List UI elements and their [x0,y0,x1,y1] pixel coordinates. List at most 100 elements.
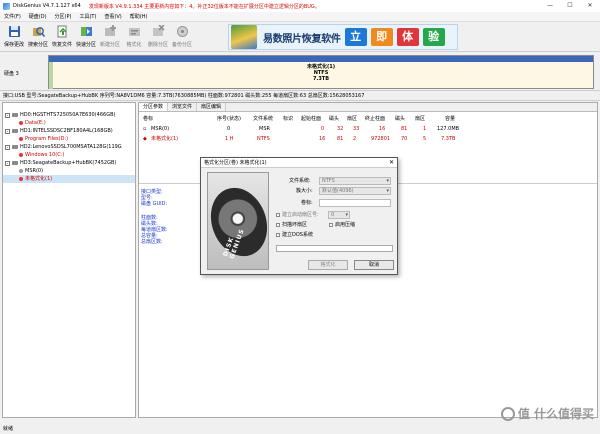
file-system-value: NTFS [322,178,335,184]
table-row[interactable]: ▫ MSR(0) 0 MSR 0 32 33 16 81 1 127.0MB [139,125,597,134]
collapse-icon[interactable]: - [5,128,10,134]
boot-sector-select[interactable]: 0 [328,211,350,219]
menu-view[interactable]: 查看(V) [100,13,125,20]
tab-browse-files[interactable]: 浏览文件 [168,103,198,111]
cell-end-cyl: 16 [379,126,386,132]
msr-icon: ▫ [143,126,147,132]
fs-label: 文件系统: [289,178,311,184]
dialog-close-icon[interactable]: ✕ [389,158,394,168]
file-system-select[interactable]: NTFS [319,177,391,185]
collapse-icon[interactable]: - [5,144,10,150]
disk-label: 硬盘 3 [4,71,19,77]
cell-capacity: 7.3TB [441,136,456,142]
cluster-size-value: 默认值(4096) [322,188,354,194]
cell-start-cyl: 16 [319,136,326,142]
tree-disk-hd0[interactable]: - HD0:HGSTHTS725050A7E630(466GB) [3,111,135,119]
minimize-icon[interactable]: — [540,0,560,12]
tree-disk-label: HD1:INTELSSDSC2BF180A4L(168GB) [20,128,113,134]
delete-partition-button[interactable]: 删除分区 [146,22,170,52]
tree-disk-label: HD2:LenovoSSDSL700MSATA128G(119G [20,144,122,150]
create-dos-option[interactable]: 建立DOS系统 [276,231,313,239]
format-icon [127,24,141,38]
create-dos-checkbox[interactable] [276,232,280,237]
boot-sector-option[interactable]: 建立启动扇区号: [276,211,319,219]
tree-disk-hd1[interactable]: - HD1:INTELSSDSC2BF180A4L(168GB) [3,127,135,135]
cluster-size-label: 簇大小: [296,188,313,194]
menu-tools[interactable]: 工具(T) [75,13,100,20]
save-changes-button[interactable]: 保存更改 [2,22,26,52]
info-label: 磁盘 GUID: [141,201,168,207]
watermark: 值 什么值得买 [500,405,594,422]
partition-block-text: 未格式化(1) NTFS 7.3TB [49,64,593,82]
tree-partition-program-files[interactable]: Program Files(D:) [3,135,135,143]
new-partition-button[interactable]: 新建分区 [98,22,122,52]
delete-partition-label: 删除分区 [147,42,168,48]
ad-box-2: 即 [370,28,393,46]
table-row[interactable]: ◆ 未格式化(1) 1 H NTFS 16 81 2 972801 70 5 7… [139,135,597,144]
tree-partition-label: MSR(0) [25,168,44,174]
header-index: 序号(状态) [217,116,241,122]
watermark-text: 值 什么值得买 [517,407,594,421]
tab-partition-params[interactable]: 分区参数 [139,103,169,111]
tab-sector-editor[interactable]: 扇区编辑 [197,103,227,111]
partition-block-unformatted[interactable]: 未格式化(1) NTFS 7.3TB [48,55,594,89]
menu-help[interactable]: 帮助(H) [126,13,152,20]
enable-compression-option[interactable]: 启用压缩 [329,221,355,229]
header-start-head: 磁头 [329,116,340,122]
close-icon[interactable]: ✕ [580,0,600,12]
partition-icon [19,137,23,141]
save-changes-label: 保存更改 [3,42,24,48]
ad-banner[interactable]: 易数照片恢复软件 立 即 体 验 [228,24,458,50]
quick-partition-icon [79,24,93,38]
window-title: DiskGenius V4.7.1.127 x64 [13,3,81,9]
partition-block-size: 7.3TB [312,76,330,82]
save-icon [7,24,21,38]
tree-partition-label: Data(E:) [25,120,46,126]
collapse-icon[interactable]: - [5,160,10,166]
tree-disk-hd2[interactable]: - HD2:LenovoSSDSL700MSATA128G(119G [3,143,135,151]
partition-icon [19,177,23,181]
boot-sector-checkbox[interactable] [276,212,280,217]
recover-file-icon [55,24,69,38]
recover-file-button[interactable]: 恢复文件 [50,22,74,52]
quick-partition-button[interactable]: 快速分区 [74,22,98,52]
scan-bad-sectors-option[interactable]: 扫描坏扇区 [276,221,307,229]
scan-bad-sectors-checkbox[interactable] [276,222,280,227]
status-bar: 就绪 [0,424,600,434]
ad-text: 易数照片恢复软件 [263,33,341,45]
volume-label-input[interactable] [319,199,391,207]
app-logo-icon [3,2,10,10]
collapse-icon[interactable]: - [5,112,10,118]
tree-partition-data[interactable]: Data(E:) [3,119,135,127]
format-start-button[interactable]: 格式化 [308,260,348,270]
format-button[interactable]: 格式化 [122,22,146,52]
menu-bar: 文件(F) 硬盘(D) 分区(P) 工具(T) 查看(V) 帮助(H) [0,12,600,22]
cluster-size-select[interactable]: 默认值(4096) [319,187,391,195]
ad-box-4: 验 [422,28,445,46]
menu-file[interactable]: 文件(F) [0,13,25,20]
update-notice[interactable]: 发现新版本 V4.9.1.334 主要更新内容如下：4。补正32位版本不能在扩展… [89,3,320,10]
tree-partition-msr[interactable]: MSR(0) [3,167,135,175]
partition-icon [19,169,23,173]
window-controls: — ☐ ✕ [540,0,600,12]
backup-partition-button[interactable]: 备份分区 [170,22,194,52]
cell-label: MSR(0) [151,126,170,132]
cell-end-cyl: 972801 [371,136,391,142]
cancel-button[interactable]: 取消 [354,260,394,270]
disk-illustration: DISK GENIUS [207,172,269,270]
volume-label-label: 卷标: [301,200,313,206]
maximize-icon[interactable]: ☐ [560,0,580,12]
search-partition-button[interactable]: 搜索分区 [26,22,50,52]
tree-partition-label: Program Files(D:) [25,136,69,142]
enable-compression-checkbox[interactable] [329,222,333,227]
disk-detail-labels: 接口类型: 型号: 磁盘 GUID: [141,189,167,207]
tree-disk-hd3[interactable]: - HD3:SeagateBackup+HubBK(7452GB) [3,159,135,167]
menu-disk[interactable]: 硬盘(D) [25,13,51,20]
tree-partition-unformatted[interactable]: 未格式化(1) [3,175,135,183]
tree-partition-windows[interactable]: Windows 10(C:) [3,151,135,159]
format-label: 格式化 [126,42,142,48]
partition-row-icon: ◆ [143,136,147,142]
header-capacity: 容量 [445,116,456,122]
menu-partition[interactable]: 分区(P) [51,13,76,20]
header-start-cyl: 起始柱面 [301,116,322,122]
